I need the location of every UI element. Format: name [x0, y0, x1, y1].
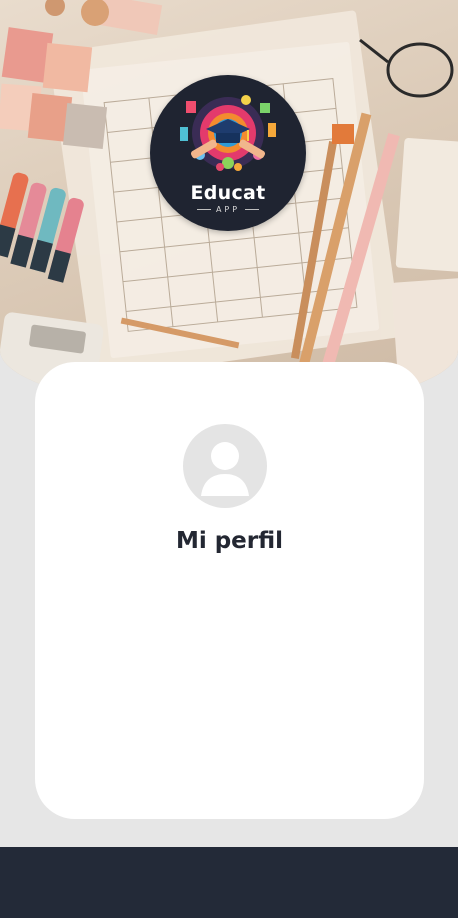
logo-title: Educat — [190, 182, 266, 204]
page-title: Mi perfil — [175, 528, 284, 554]
user-avatar-icon[interactable] — [183, 424, 267, 508]
profile-card: Mi perfil — [35, 362, 424, 819]
app-logo: Educat APP — [150, 75, 306, 231]
logo-subtitle: APP — [150, 205, 306, 214]
bottom-bar — [0, 847, 458, 918]
